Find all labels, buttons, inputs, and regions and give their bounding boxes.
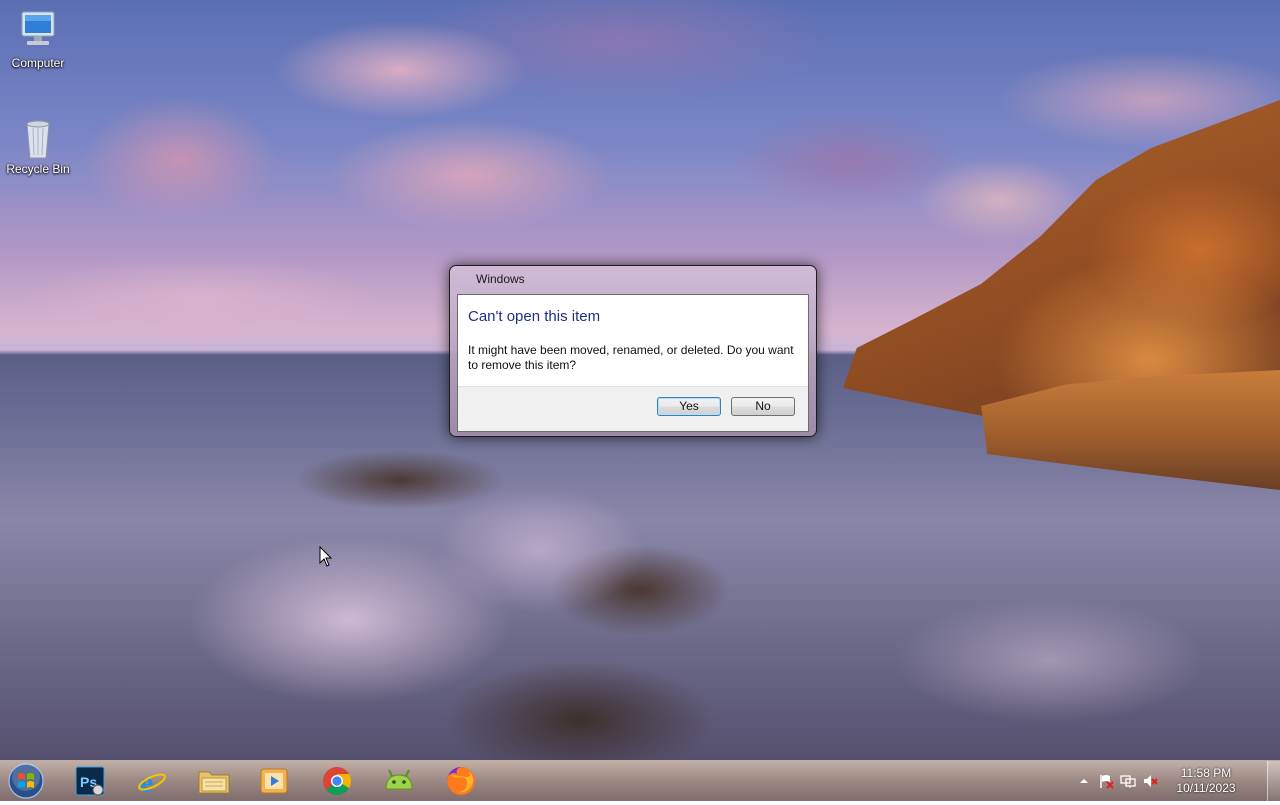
taskbar: Ps e 11:58 PM 10/11/2023 (0, 760, 1280, 801)
internet-explorer-icon: e (138, 766, 166, 797)
yes-button[interactable]: Yes (657, 397, 721, 416)
clock-date: 10/11/2023 (1176, 781, 1236, 795)
system-tray: 11:58 PM 10/11/2023 (1076, 761, 1266, 801)
network-icon[interactable] (1120, 773, 1136, 789)
volume-muted-icon[interactable] (1142, 773, 1158, 789)
clock-time: 11:58 PM (1180, 766, 1232, 780)
recycle-bin-icon (26, 120, 50, 159)
taskbar-clock[interactable]: 11:58 PM 10/11/2023 (1168, 766, 1244, 796)
desktop-icon-label: Recycle Bin (6, 162, 70, 176)
firefox-icon (447, 766, 476, 795)
windows-orb-icon (8, 763, 44, 799)
desktop-wallpaper: Computer Recycle Bin Windows Can't open … (0, 0, 1280, 760)
no-button[interactable]: No (731, 397, 795, 416)
dialog-message: It might have been moved, renamed, or de… (468, 343, 794, 372)
start-button[interactable] (6, 762, 46, 800)
desktop-icon-recycle-bin[interactable]: Recycle Bin (0, 114, 76, 176)
media-player-icon (260, 768, 288, 794)
photoshop-icon: Ps (75, 766, 105, 796)
taskbar-app-android[interactable] (371, 763, 427, 799)
show-desktop-button[interactable] (1267, 761, 1280, 801)
action-center-flag-icon[interactable] (1098, 773, 1114, 789)
dialog-heading: Can't open this item (468, 308, 601, 325)
dialog-button-bar: Yes No (458, 386, 808, 431)
desktop-icon-label: Computer (11, 56, 65, 70)
taskbar-app-firefox[interactable] (433, 763, 489, 799)
show-hidden-icons-arrow-icon[interactable] (1076, 773, 1092, 789)
dialog-content: Can't open this item It might have been … (457, 294, 809, 432)
computer-icon (21, 11, 55, 45)
dialog-title: Windows (476, 272, 525, 286)
mouse-cursor-icon (319, 546, 333, 567)
taskbar-app-media-player[interactable] (246, 763, 302, 799)
folder-icon (198, 771, 230, 794)
taskbar-app-internet-explorer[interactable]: e (124, 763, 180, 799)
cant-open-item-dialog: Windows Can't open this item It might ha… (449, 265, 817, 437)
wallpaper-wave-foam (120, 470, 680, 750)
taskbar-app-photoshop[interactable]: Ps (62, 763, 118, 799)
chrome-icon (323, 767, 351, 796)
taskbar-app-file-explorer[interactable] (186, 763, 242, 799)
desktop-icon-computer[interactable]: Computer (0, 8, 76, 70)
android-icon (385, 769, 413, 790)
wallpaper-wave-foam-right (820, 560, 1280, 760)
taskbar-app-chrome[interactable] (309, 763, 365, 799)
